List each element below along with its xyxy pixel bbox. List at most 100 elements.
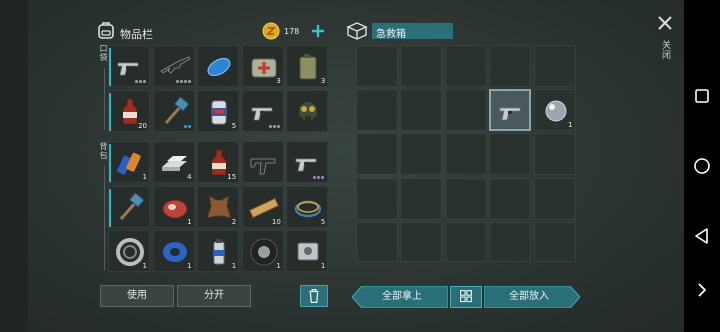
item-quantity: 3 (320, 77, 326, 85)
system-navigation-bar (684, 0, 720, 332)
item-quantity: 3 (276, 77, 281, 85)
container-icon (346, 22, 368, 40)
backpack-slot[interactable]: 1 (286, 230, 329, 272)
pocket-slot[interactable]: 5 (197, 89, 240, 132)
container-slot[interactable] (533, 133, 576, 176)
backpack-slot[interactable]: 1 (197, 230, 240, 272)
coin-count: 178 (284, 27, 300, 36)
pocket-slot[interactable]: 3 (241, 45, 284, 87)
spray-can-icon (213, 239, 225, 265)
equipped-indicator (109, 92, 111, 131)
first-aid-kit-icon (251, 58, 277, 78)
container-slot[interactable] (489, 221, 532, 262)
add-coins-button[interactable] (310, 23, 326, 39)
sort-button[interactable] (450, 286, 482, 308)
backpack-divider (104, 166, 105, 270)
pocket-slot[interactable] (108, 45, 150, 87)
pocket-slot[interactable]: 3 (286, 45, 329, 87)
pistol-icon (251, 107, 273, 120)
item-quantity: 1 (142, 173, 147, 181)
backpack-slot[interactable]: 2 (197, 185, 240, 228)
container-slot[interactable] (533, 221, 576, 262)
container-slot[interactable] (356, 133, 398, 176)
backpack-slot[interactable]: 15 (197, 141, 240, 183)
jerrycan-icon (299, 54, 317, 80)
pocket-slot[interactable] (152, 89, 195, 132)
batteries-icon (117, 152, 141, 175)
raw-meat-icon (162, 199, 188, 218)
container-slot[interactable] (444, 133, 487, 176)
bearing-icon (116, 238, 144, 266)
backpack-slot[interactable]: 1 (152, 230, 195, 272)
blue-fuel-cell-icon (207, 57, 231, 77)
durability-dots (312, 176, 325, 179)
container-slot[interactable] (533, 45, 576, 87)
container-slot[interactable] (356, 89, 398, 132)
home-button[interactable] (684, 148, 720, 184)
item-quantity: 10 (271, 217, 281, 226)
container-slot[interactable] (444, 177, 487, 220)
container-slot[interactable] (489, 89, 532, 132)
pocket-slot[interactable] (241, 89, 284, 132)
trash-button[interactable] (300, 285, 328, 307)
take-all-button[interactable]: 全部拿上 (356, 286, 448, 308)
container-slot[interactable] (489, 45, 532, 87)
soda-can-icon (211, 100, 227, 124)
recent-apps-button[interactable] (684, 78, 720, 114)
use-button[interactable]: 使用 (100, 285, 174, 307)
container-title: 急救箱 (376, 29, 406, 40)
item-quantity: 20 (138, 121, 147, 130)
durability-dots (175, 80, 191, 83)
item-quantity: 1 (568, 121, 573, 130)
backpack-slot[interactable] (108, 185, 150, 228)
pocket-slot[interactable] (152, 45, 195, 87)
chevron-right-icon (698, 283, 707, 297)
container-slot[interactable] (356, 177, 398, 220)
pocket-slot[interactable] (286, 89, 329, 132)
container-slot[interactable] (400, 177, 443, 220)
container-slot[interactable] (356, 45, 398, 87)
back-button[interactable] (684, 218, 720, 254)
expand-button[interactable] (684, 272, 720, 308)
item-quantity: 2 (231, 217, 237, 226)
backpack-slot[interactable]: 5 (286, 185, 329, 228)
metal-ingots-icon (161, 156, 187, 171)
container-slot[interactable] (444, 45, 487, 87)
put-all-button[interactable]: 全部放入 (484, 286, 574, 308)
container-slot[interactable] (400, 221, 443, 262)
container-slot[interactable] (400, 133, 443, 176)
item-quantity: 5 (231, 121, 237, 130)
backpack-slot[interactable] (241, 141, 284, 183)
item-quantity: 1 (142, 262, 147, 270)
backpack-slot[interactable]: 4 (152, 141, 195, 183)
backpack-slot[interactable]: 1 (108, 141, 150, 183)
backpack-slot[interactable]: 1 (108, 230, 150, 272)
backpack-icon (98, 22, 114, 39)
backpack-slot[interactable] (286, 141, 329, 183)
backpack-slot[interactable]: 10 (241, 185, 284, 228)
container-slot[interactable] (400, 89, 443, 132)
split-button[interactable]: 分开 (177, 285, 251, 307)
container-title-bar: 急救箱 (372, 23, 453, 40)
item-quantity: 1 (231, 262, 237, 270)
close-label[interactable]: 关闭 (659, 40, 672, 60)
backpack-slot[interactable]: 1 (241, 230, 284, 272)
backpack-slot[interactable]: 1 (152, 185, 195, 228)
container-slot[interactable]: 1 (533, 89, 576, 132)
item-quantity: 1 (276, 262, 281, 270)
container-slot[interactable] (400, 45, 443, 87)
durability-dots (183, 124, 191, 128)
pocket-slot[interactable] (197, 45, 240, 87)
pocket-slot[interactable]: 20 (108, 89, 150, 132)
wire-coil-icon (295, 200, 322, 217)
animal-hide-icon (206, 194, 232, 219)
container-slot[interactable] (444, 89, 487, 132)
container-slot[interactable] (489, 177, 532, 220)
container-slot[interactable] (533, 177, 576, 220)
container-slot[interactable] (489, 133, 532, 176)
container-slot[interactable] (444, 221, 487, 262)
container-slot[interactable] (356, 221, 398, 262)
tire-icon (250, 238, 278, 266)
close-icon[interactable] (656, 14, 674, 32)
sort-icon (460, 290, 472, 303)
